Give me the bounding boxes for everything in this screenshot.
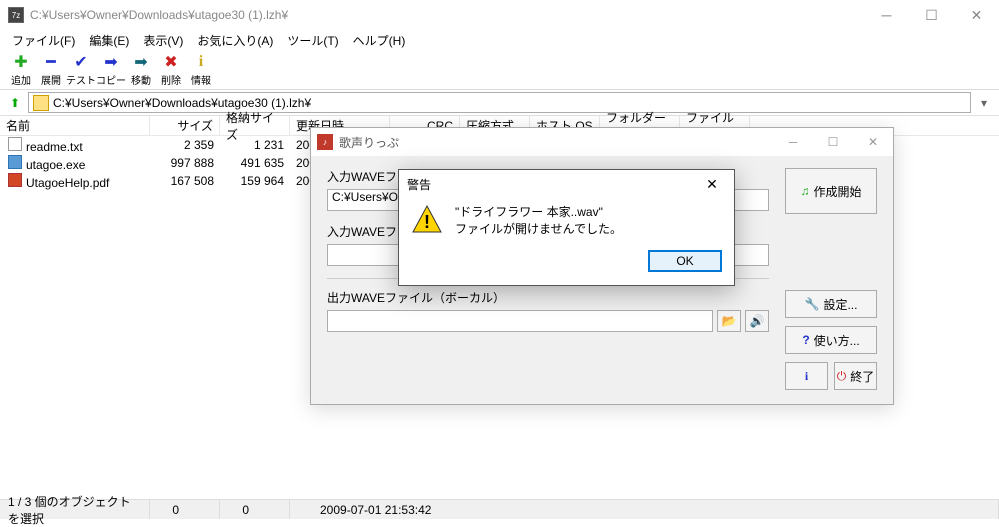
- alert-title: 警告: [407, 176, 431, 193]
- note-icon: ♫: [800, 184, 809, 198]
- file-icon: [8, 137, 22, 151]
- check-icon: ✔: [72, 53, 90, 71]
- status-bar: 1 / 3 個のオブジェクトを選択 0 0 2009-07-01 21:53:4…: [0, 499, 999, 519]
- main-titlebar: 7z C:¥Users¥Owner¥Downloads¥utagoe30 (1)…: [0, 0, 999, 30]
- address-input[interactable]: C:¥Users¥Owner¥Downloads¥utagoe30 (1).lz…: [28, 92, 971, 113]
- status-date: 2009-07-01 21:53:42: [290, 500, 999, 519]
- menu-bar: ファイル(F) 編集(E) 表示(V) お気に入り(A) ツール(T) ヘルプ(…: [0, 30, 999, 50]
- window-title: C:¥Users¥Owner¥Downloads¥utagoe30 (1).lz…: [30, 8, 288, 22]
- folder-icon: [33, 95, 49, 111]
- warning-dialog: 警告 ✕ ! "ドライフラワー 本家..wav" ファイルが開けませんでした。 …: [398, 169, 735, 286]
- browse-button[interactable]: 📂: [717, 310, 741, 332]
- ok-button[interactable]: OK: [648, 250, 722, 272]
- utagoe-close[interactable]: ✕: [853, 128, 893, 156]
- toolbar-info[interactable]: i情報: [186, 53, 216, 87]
- close-button[interactable]: ✕: [954, 0, 999, 30]
- move-icon: ➡: [132, 53, 150, 71]
- output-field[interactable]: [327, 310, 713, 332]
- file-icon: [8, 155, 22, 169]
- menu-edit[interactable]: 編集(E): [83, 30, 135, 51]
- status-val1: 0: [150, 500, 220, 519]
- alert-message: "ドライフラワー 本家..wav" ファイルが開けませんでした。: [455, 204, 622, 238]
- utagoe-icon: ♪: [317, 134, 333, 150]
- folder-open-icon: 📂: [722, 314, 737, 328]
- menu-help[interactable]: ヘルプ(H): [347, 30, 412, 51]
- minus-icon: ━: [42, 53, 60, 71]
- status-selection: 1 / 3 個のオブジェクトを選択: [0, 500, 150, 519]
- utagoe-maximize[interactable]: ☐: [813, 128, 853, 156]
- col-packed[interactable]: 格納サイズ: [220, 116, 290, 135]
- toolbar-copy[interactable]: ➡コピー: [96, 53, 126, 87]
- alert-close[interactable]: ✕: [698, 170, 726, 198]
- toolbar-add[interactable]: ✚追加: [6, 53, 36, 87]
- toolbar-move[interactable]: ➡移動: [126, 53, 156, 87]
- output-label: 出力WAVEファイル（ボーカル）: [327, 289, 769, 306]
- question-icon: ?: [802, 333, 809, 347]
- info-icon: i: [192, 53, 210, 71]
- status-val2: 0: [220, 500, 290, 519]
- toolbar-extract[interactable]: ━展開: [36, 53, 66, 87]
- utagoe-minimize[interactable]: ─: [773, 128, 813, 156]
- menu-view[interactable]: 表示(V): [137, 30, 189, 51]
- toolbar-test[interactable]: ✔テスト: [66, 53, 96, 87]
- address-bar: ⬆ C:¥Users¥Owner¥Downloads¥utagoe30 (1).…: [0, 90, 999, 116]
- play-button[interactable]: 🔊: [745, 310, 769, 332]
- toolbar-delete[interactable]: ✖削除: [156, 53, 186, 87]
- settings-button[interactable]: 🔧設定...: [785, 290, 877, 318]
- info-icon: i: [805, 369, 808, 384]
- up-button[interactable]: ⬆: [6, 94, 24, 112]
- menu-file[interactable]: ファイル(F): [6, 30, 81, 51]
- warning-icon: !: [411, 204, 443, 236]
- plus-icon: ✚: [12, 53, 30, 71]
- address-dropdown[interactable]: ▾: [975, 96, 993, 110]
- utagoe-title: 歌声りっぷ: [339, 134, 399, 151]
- start-button[interactable]: ♫作成開始: [785, 168, 877, 214]
- menu-tools[interactable]: ツール(T): [281, 30, 344, 51]
- x-icon: ✖: [162, 53, 180, 71]
- power-icon: ⏻: [837, 369, 847, 384]
- minimize-button[interactable]: ─: [864, 0, 909, 30]
- alert-titlebar: 警告 ✕: [399, 170, 734, 198]
- col-name[interactable]: 名前: [0, 116, 150, 135]
- app-icon: 7z: [8, 7, 24, 23]
- info-button[interactable]: i: [785, 362, 828, 390]
- exit-button[interactable]: ⏻終了: [834, 362, 877, 390]
- svg-text:!: !: [424, 212, 430, 232]
- right-arrow-icon: ➡: [102, 53, 120, 71]
- utagoe-titlebar: ♪ 歌声りっぷ ─ ☐ ✕: [311, 128, 893, 156]
- speaker-icon: 🔊: [750, 314, 765, 328]
- wrench-icon: 🔧: [805, 297, 820, 311]
- help-button[interactable]: ?使い方...: [785, 326, 877, 354]
- menu-favorites[interactable]: お気に入り(A): [191, 30, 279, 51]
- file-icon: [8, 173, 22, 187]
- maximize-button[interactable]: ☐: [909, 0, 954, 30]
- col-size[interactable]: サイズ: [150, 116, 220, 135]
- toolbar: ✚追加 ━展開 ✔テスト ➡コピー ➡移動 ✖削除 i情報: [0, 50, 999, 90]
